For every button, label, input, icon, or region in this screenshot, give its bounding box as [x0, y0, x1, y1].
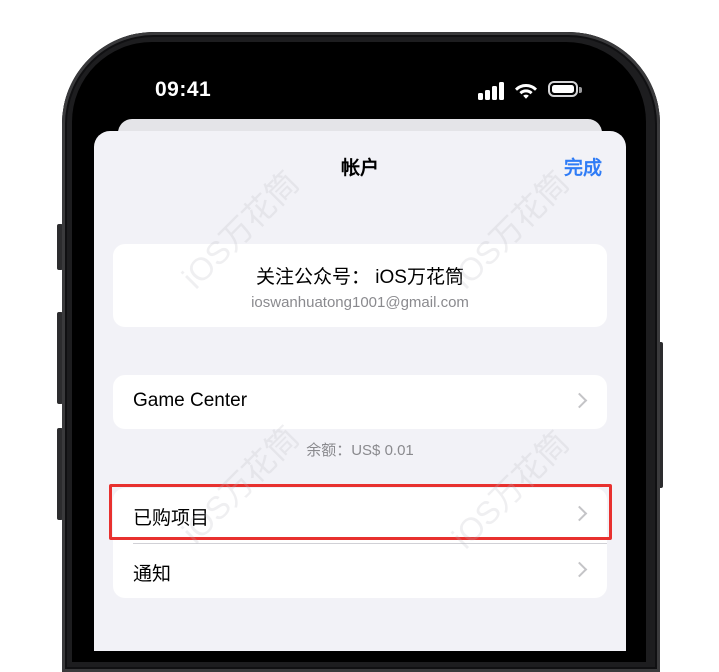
- battery-icon: [548, 81, 578, 97]
- chevron-right-icon: [571, 561, 588, 578]
- cellular-signal-icon: [478, 80, 506, 100]
- sheet-title: 帐户: [340, 158, 379, 179]
- profile-email: ioswanhuatong1001@gmail.com: [251, 294, 469, 311]
- balance-text: 余额：US$ 0.01: [306, 442, 414, 459]
- profile-card[interactable]: 关注公众号： iOS万花筒 ioswanhuatong1001@gmail.co…: [113, 244, 607, 327]
- game-center-row[interactable]: Game Center: [113, 375, 607, 429]
- done-button[interactable]: 完成: [564, 153, 602, 180]
- game-center-label: Game Center: [133, 390, 248, 411]
- chevron-right-icon: [571, 392, 588, 409]
- wifi-icon: [515, 84, 537, 99]
- profile-name: 关注公众号： iOS万花筒: [256, 267, 464, 288]
- account-sheet: 帐户 完成 关注公众号： iOS万花筒 ioswanhuatong1001@gm…: [94, 131, 626, 651]
- notifications-row[interactable]: 通知: [113, 544, 607, 598]
- status-time: 09:41: [155, 78, 212, 101]
- game-center-card: Game Center: [113, 375, 607, 429]
- battery-cap: [579, 87, 582, 93]
- notifications-label: 通知: [133, 564, 172, 585]
- highlight-annotation-box: [109, 484, 612, 540]
